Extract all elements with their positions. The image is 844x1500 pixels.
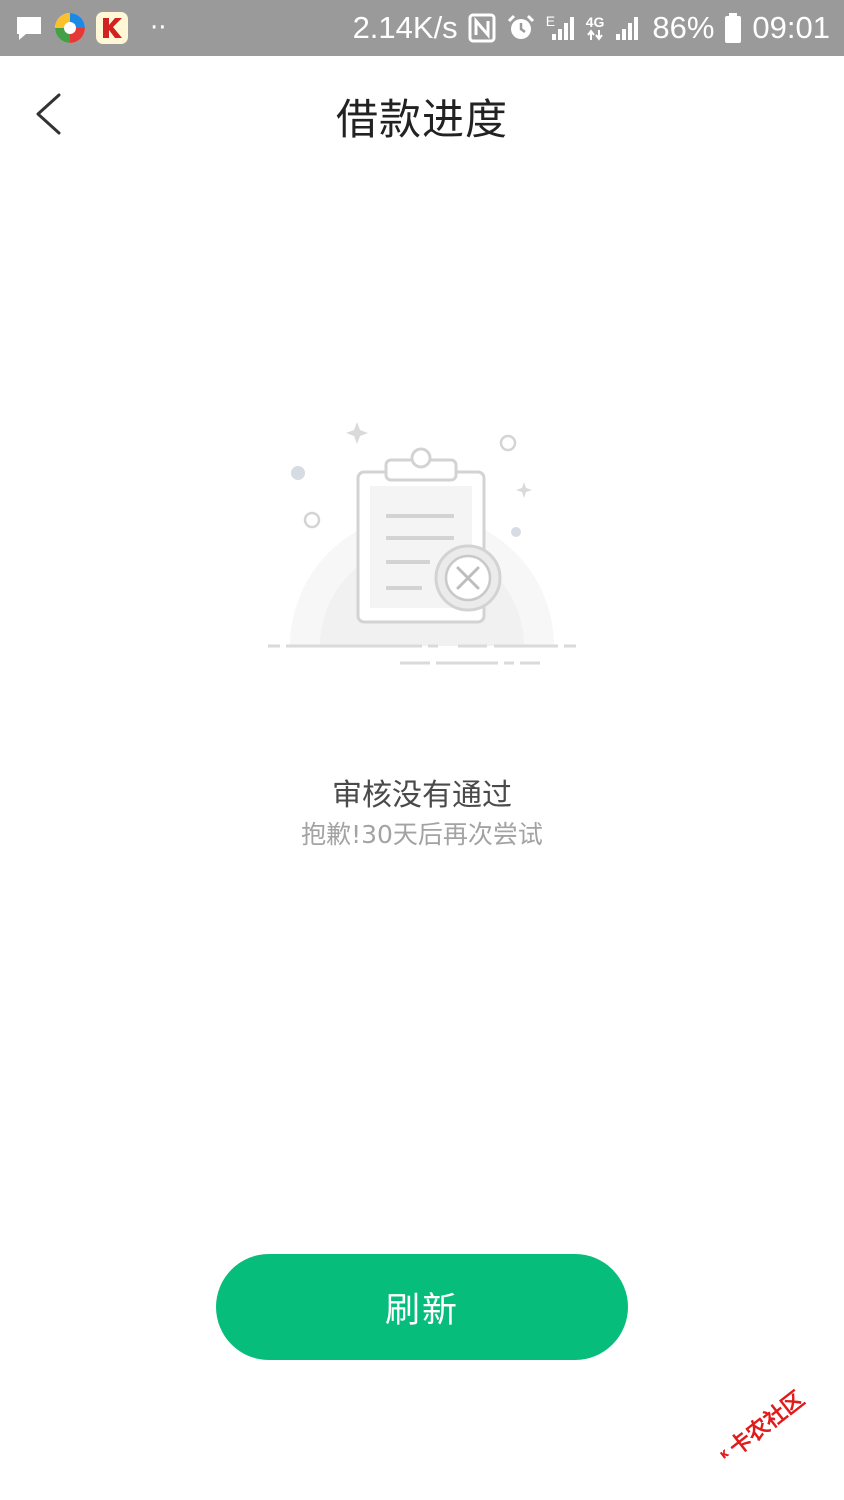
battery-icon [724, 12, 742, 44]
page-title: 借款进度 [335, 95, 508, 144]
nav-bar: 借款进度 [0, 56, 844, 172]
network-type-label: 4G [585, 14, 605, 30]
more-notifications-dots: ·· [150, 13, 167, 43]
watermark-text: 卡农社区 [724, 1386, 810, 1461]
app-icon-kanong [96, 12, 128, 44]
status-bar-left: ·· [14, 12, 167, 44]
network-speed: 2.14K/s [352, 10, 458, 45]
data-4g-icon: 4G [585, 14, 605, 41]
status-bar: ·· 2.14K/s E 4G 86% 09:01 [0, 0, 844, 56]
status-bar-right: 2.14K/s E 4G 86% 09:01 [353, 10, 830, 46]
watermark: 卡农社区 [703, 1371, 819, 1480]
nfc-icon [468, 13, 496, 43]
signal-sim1-icon: E [546, 14, 576, 42]
sim-e-label: E [545, 13, 556, 29]
app-icon-colorful [54, 12, 86, 44]
message-icon [14, 13, 44, 43]
review-rejected-illustration [262, 410, 582, 680]
review-status-subtitle: 抱歉!30天后再次尝试 [301, 820, 543, 849]
signal-sim2-icon [614, 14, 642, 42]
alarm-icon [506, 13, 536, 43]
clock-time: 09:01 [752, 10, 830, 45]
battery-percent: 86% [652, 10, 715, 45]
review-status-title: 审核没有通过 [332, 778, 512, 813]
refresh-button[interactable]: 刷新 [216, 1254, 628, 1360]
clipboard-reject-icon [268, 422, 576, 665]
